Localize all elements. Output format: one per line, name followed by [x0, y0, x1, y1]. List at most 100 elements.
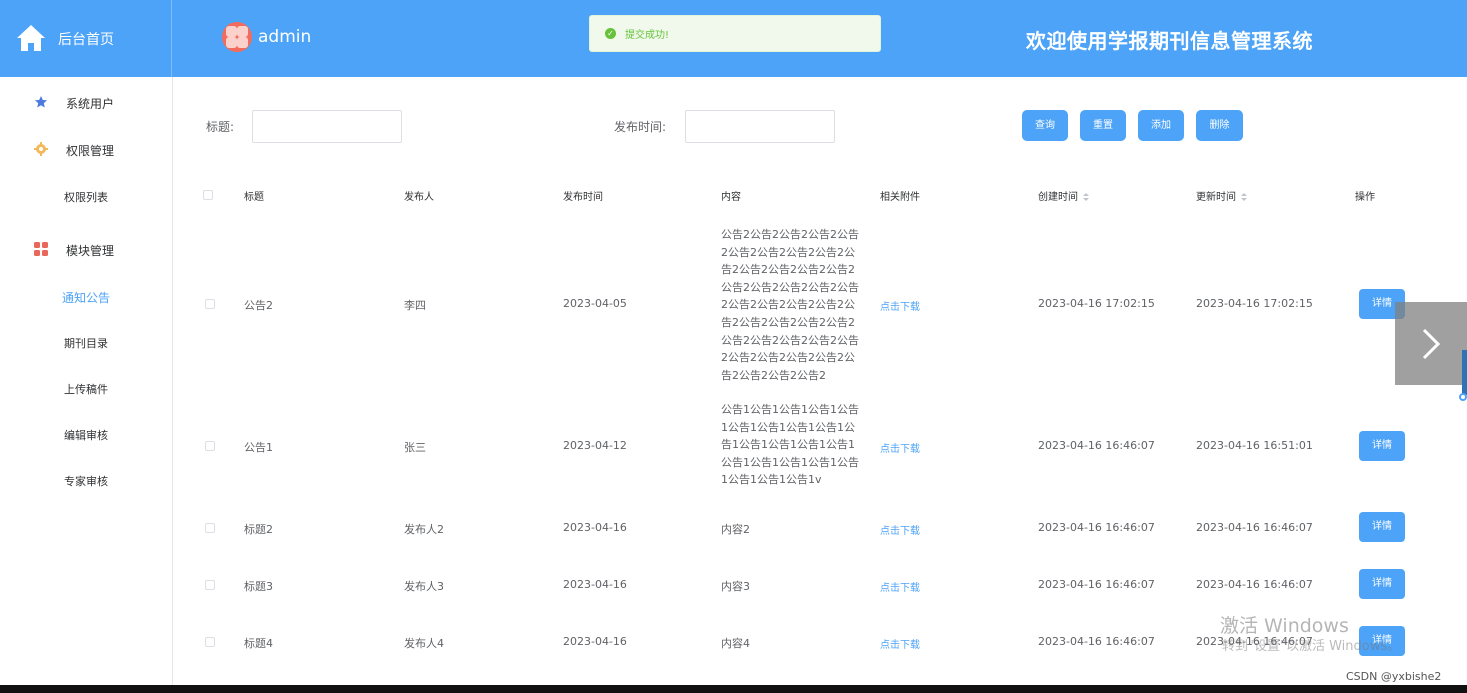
cell-publisher: 李四: [404, 299, 426, 312]
column-header-title: 标题: [244, 192, 264, 203]
cell-created: 2023-04-16 16:46:07: [1038, 578, 1155, 591]
credit-text: CSDN @yxbishe2: [1346, 670, 1442, 683]
download-link[interactable]: 点击下载: [880, 579, 920, 594]
cell-publish-time: 2023-04-12: [563, 439, 627, 452]
cell-created: 2023-04-16 16:46:07: [1038, 439, 1155, 452]
cell-updated: 2023-04-16 16:51:01: [1196, 439, 1313, 452]
cell-content: 公告1公告1公告1公告1公告1公告1公告1公告1公告1公告1公告1公告1公告1公…: [721, 403, 859, 487]
menu-label: 权限管理: [66, 144, 115, 158]
scroll-handle[interactable]: [1459, 393, 1467, 401]
sub-item-editor-review[interactable]: 编辑审核: [0, 427, 172, 451]
cell-publish-time: 2023-04-16: [563, 521, 627, 534]
cell-title: 公告1: [244, 441, 273, 454]
home-icon: [17, 25, 45, 51]
sub-item-notices[interactable]: 通知公告: [0, 289, 172, 313]
gear-icon: [34, 142, 48, 156]
download-link[interactable]: 点击下载: [880, 522, 920, 537]
sub-item-journal-catalog[interactable]: 期刊目录: [0, 335, 172, 359]
row-checkbox[interactable]: [205, 299, 215, 309]
scrollbar[interactable]: [1462, 350, 1467, 395]
cell-created: 2023-04-16 16:46:07: [1038, 521, 1155, 534]
cell-publisher: 发布人3: [404, 580, 444, 593]
sub-item-upload-manuscript[interactable]: 上传稿件: [0, 381, 172, 405]
check-circle-icon: ✓: [605, 28, 616, 39]
column-header-label: 创建时间: [1038, 192, 1078, 203]
next-page-button[interactable]: [1395, 302, 1467, 385]
username: admin: [258, 27, 312, 47]
select-all-checkbox[interactable]: [203, 190, 213, 200]
table-row: 公告1 张三 2023-04-12 公告1公告1公告1公告1公告1公告1公告1公…: [173, 395, 1463, 495]
success-toast: ✓ 提交成功!: [589, 15, 881, 52]
cell-updated: 2023-04-16 17:02:15: [1196, 297, 1313, 310]
column-header-content: 内容: [721, 192, 741, 203]
cell-publish-time: 2023-04-16: [563, 578, 627, 591]
row-checkbox[interactable]: [205, 637, 215, 647]
table-row: 标题3 发布人3 2023-04-16 内容3 点击下载 2023-04-16 …: [173, 567, 1463, 607]
activation-watermark-title: 激活 Windows: [1220, 615, 1349, 637]
detail-button[interactable]: 详情: [1359, 569, 1405, 599]
detail-button[interactable]: 详情: [1359, 512, 1405, 542]
menu-system-users[interactable]: 系统用户: [0, 87, 172, 117]
sub-item-expert-review[interactable]: 专家审核: [0, 473, 172, 497]
cell-content: 内容3: [721, 580, 750, 593]
grid-icon: [34, 242, 48, 256]
table-row: 公告2 李四 2023-04-05 公告2公告2公告2公告2公告2公告2公告2公…: [173, 220, 1463, 390]
column-header-actions: 操作: [1355, 192, 1375, 203]
cell-publish-time: 2023-04-16: [563, 635, 627, 648]
row-checkbox[interactable]: [205, 523, 215, 533]
cell-updated: 2023-04-16 16:46:07: [1196, 578, 1313, 591]
cell-content: 内容2: [721, 523, 750, 536]
star-icon: [35, 96, 47, 108]
sub-item-permission-list[interactable]: 权限列表: [0, 189, 172, 213]
menu-label: 模块管理: [66, 244, 115, 258]
row-checkbox[interactable]: [205, 441, 215, 451]
title-filter-label: 标题:: [206, 120, 235, 134]
time-filter-input[interactable]: [685, 110, 835, 143]
reset-button[interactable]: 重置: [1080, 110, 1126, 141]
download-link[interactable]: 点击下载: [880, 298, 920, 313]
cell-content: 公告2公告2公告2公告2公告2公告2公告2公告2公告2公告2公告2公告2公告2公…: [721, 228, 859, 382]
table-row: 标题2 发布人2 2023-04-16 内容2 点击下载 2023-04-16 …: [173, 510, 1463, 550]
download-link[interactable]: 点击下载: [880, 636, 920, 651]
sort-icon[interactable]: [1241, 193, 1247, 201]
home-link[interactable]: 后台首页: [0, 0, 172, 77]
column-header-attachment: 相关附件: [880, 192, 920, 203]
menu-label: 系统用户: [66, 97, 115, 111]
toast-message: 提交成功!: [625, 30, 670, 41]
title-filter-input[interactable]: [252, 110, 402, 143]
menu-modules[interactable]: 模块管理: [0, 234, 172, 264]
activation-watermark-hint: 转到"设置"以激活 Windows。: [1222, 639, 1401, 654]
home-label: 后台首页: [58, 32, 114, 48]
cell-publisher: 张三: [404, 441, 426, 454]
cell-title: 标题2: [244, 523, 273, 536]
download-link[interactable]: 点击下载: [880, 440, 920, 455]
menu-permission[interactable]: 权限管理: [0, 134, 172, 164]
column-header-updated[interactable]: 更新时间: [1196, 188, 1247, 203]
app-title: 欢迎使用学报期刊信息管理系统: [1026, 29, 1313, 53]
user-menu[interactable]: admin: [222, 22, 311, 52]
query-button[interactable]: 查询: [1022, 110, 1068, 141]
column-header-publisher: 发布人: [404, 192, 434, 203]
cell-publisher: 发布人4: [404, 637, 444, 650]
delete-button[interactable]: 删除: [1196, 110, 1243, 141]
detail-button[interactable]: 详情: [1359, 431, 1405, 461]
add-button[interactable]: 添加: [1138, 110, 1184, 141]
column-header-publish-time: 发布时间: [563, 192, 603, 203]
time-filter-label: 发布时间:: [614, 120, 667, 134]
cell-title: 公告2: [244, 299, 273, 312]
cell-updated: 2023-04-16 16:46:07: [1196, 521, 1313, 534]
cell-publisher: 发布人2: [404, 523, 444, 536]
column-header-created[interactable]: 创建时间: [1038, 188, 1089, 203]
cell-created: 2023-04-16 17:02:15: [1038, 297, 1155, 310]
cell-created: 2023-04-16 16:46:07: [1038, 635, 1155, 648]
column-header-label: 更新时间: [1196, 192, 1236, 203]
sort-icon[interactable]: [1083, 193, 1089, 201]
avatar: [222, 22, 252, 52]
sidebar: 系统用户 权限管理 权限列表 模块管理 通知公告 期刊目录 上传稿件 编辑审核 …: [0, 77, 173, 687]
row-checkbox[interactable]: [205, 580, 215, 590]
cell-publish-time: 2023-04-05: [563, 297, 627, 310]
bottom-bar: [0, 685, 1467, 693]
chevron-right-icon: [1422, 328, 1441, 360]
cell-title: 标题3: [244, 580, 273, 593]
cell-title: 标题4: [244, 637, 273, 650]
